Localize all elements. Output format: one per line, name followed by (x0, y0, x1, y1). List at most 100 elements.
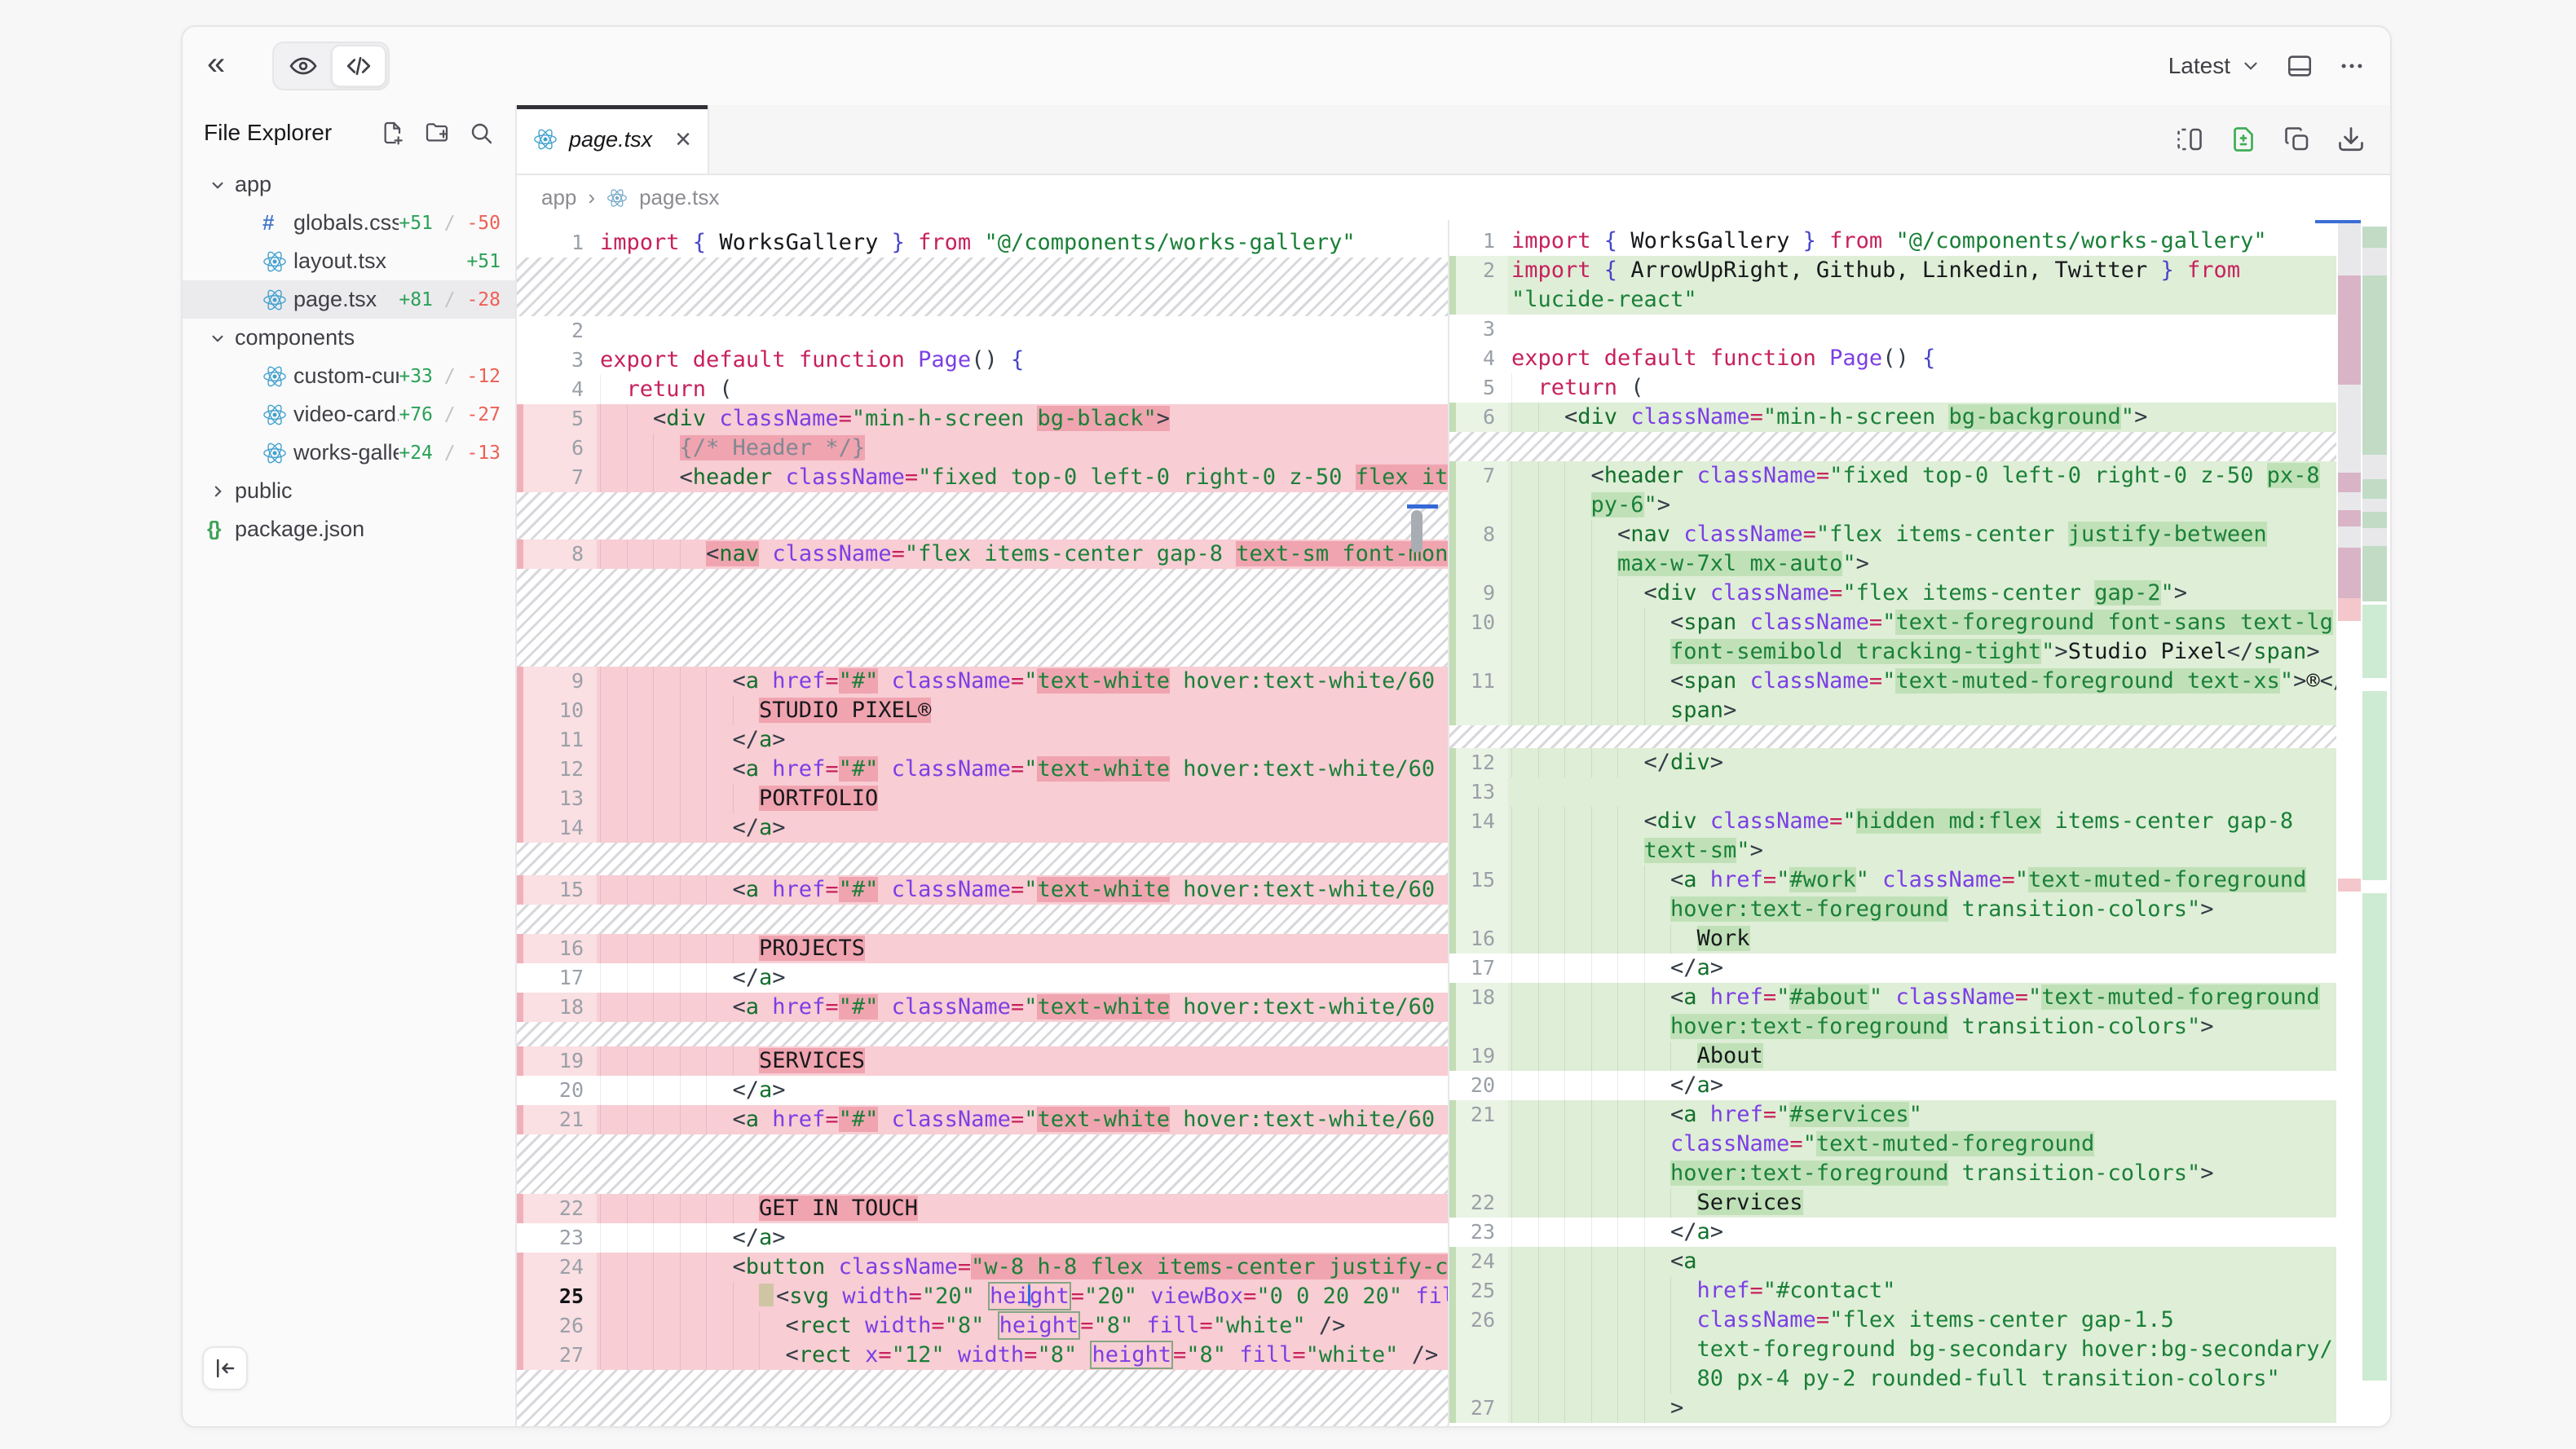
code-line[interactable]: 23</a> (1449, 1218, 2336, 1247)
code-line[interactable]: className="text-muted-foreground (1449, 1130, 2336, 1159)
code-line[interactable]: 16PROJECTS (517, 934, 1448, 963)
diff-pane-modified[interactable]: 1import { WorksGallery } from "@/compone… (1449, 220, 2390, 1426)
code-line[interactable]: 21<a href="#" className="text-white hove… (517, 1105, 1448, 1134)
code-line[interactable]: 4export default function Page() { (1449, 344, 2336, 373)
code-line[interactable]: 21<a href="#services" (1449, 1100, 2336, 1130)
code-line[interactable]: 4return ( (517, 375, 1448, 404)
code-line[interactable]: 24<button className="w-8 h-8 flex items-… (517, 1253, 1448, 1282)
tree-item-video-card.tsx[interactable]: video-card.tsx+76 / -27 (183, 395, 515, 434)
code-line[interactable]: hover:text-foreground transition-colors"… (1449, 1159, 2336, 1188)
code-line[interactable]: 22Services (1449, 1188, 2336, 1218)
code-line[interactable]: 14<div className="hidden md:flex items-c… (1449, 807, 2336, 836)
code-line[interactable]: 7<header className="fixed top-0 left-0 r… (517, 463, 1448, 492)
code-line[interactable]: 80 px-4 py-2 rounded-full transition-col… (1449, 1364, 2336, 1394)
code-line[interactable]: 11</a> (517, 725, 1448, 755)
code-line[interactable]: 26className="flex items-center gap-1.5 (1449, 1306, 2336, 1335)
code-line[interactable]: 12<a href="#" className="text-white hove… (517, 755, 1448, 784)
code-line[interactable]: 16Work (1449, 924, 2336, 954)
code-line[interactable]: 15<a href="#" className="text-white hove… (517, 875, 1448, 905)
download-button[interactable] (2336, 125, 2366, 154)
code-line[interactable]: text-sm"> (1449, 836, 2336, 865)
code-line[interactable]: 20</a> (517, 1076, 1448, 1105)
code-line[interactable]: 11<span className="text-muted-foreground… (1449, 667, 2336, 696)
diff-pane-original[interactable]: 1import { WorksGallery } from "@/compone… (517, 220, 1448, 1426)
code-line[interactable]: text-foreground bg-secondary hover:bg-se… (1449, 1335, 2336, 1364)
code-line[interactable]: 18<a href="#about" className="text-muted… (1449, 983, 2336, 1012)
code-line[interactable]: 10<span className="text-foreground font-… (1449, 608, 2336, 637)
version-dropdown[interactable]: Latest (2168, 53, 2261, 79)
code-line[interactable]: 9<div className="flex items-center gap-2… (1449, 579, 2336, 608)
code-line[interactable]: 26<rect width="8" height="8" fill="white… (517, 1311, 1448, 1341)
code-line[interactable]: 19SERVICES (517, 1046, 1448, 1076)
code-line[interactable]: 17</a> (517, 963, 1448, 993)
more-options-button[interactable] (2338, 52, 2366, 80)
code-line[interactable]: 6<div className="min-h-screen bg-backgro… (1449, 403, 2336, 432)
code-line[interactable]: 23</a> (517, 1223, 1448, 1253)
code-line[interactable]: 24<a (1449, 1247, 2336, 1276)
split-diff-view-button[interactable] (2175, 125, 2204, 154)
close-tab-icon[interactable]: × (675, 126, 691, 153)
code-line[interactable]: 18<a href="#" className="text-white hove… (517, 993, 1448, 1022)
react-icon (262, 441, 293, 465)
new-folder-button[interactable] (424, 120, 450, 146)
code-toggle-button[interactable] (331, 45, 386, 87)
code-line[interactable]: 25href="#contact" (1449, 1276, 2336, 1306)
code-line[interactable]: 3 (1449, 315, 2336, 344)
code-line[interactable]: 8<nav className="flex items-center gap-8… (517, 540, 1448, 569)
tree-item-custom-curs-[interactable]: custom-curs…+33 / -12 (183, 357, 515, 395)
breadcrumb-root[interactable]: app (541, 185, 576, 210)
tree-item-page.tsx[interactable]: page.tsx+81 / -28 (183, 280, 515, 319)
code-line[interactable]: 15<a href="#work" className="text-muted-… (1449, 865, 2336, 895)
line-number: 18 (1449, 983, 1508, 1012)
code-line[interactable]: hover:text-foreground transition-colors"… (1449, 1012, 2336, 1042)
tree-item-components[interactable]: components (183, 319, 515, 357)
code-line[interactable]: 22GET IN TOUCH (517, 1194, 1448, 1223)
code-line[interactable]: 2 (517, 316, 1448, 346)
tree-item-layout.tsx[interactable]: layout.tsx+51 (183, 242, 515, 280)
code-line[interactable]: 5<div className="min-h-screen bg-black"> (517, 404, 1448, 434)
collapse-sidebar-button[interactable]: « (207, 52, 225, 80)
code-line[interactable]: 8<nav className="flex items-center justi… (1449, 520, 2336, 549)
tree-item-public[interactable]: public (183, 472, 515, 510)
code-line[interactable]: 13PORTFOLIO (517, 784, 1448, 813)
code-line[interactable]: 6{/* Header */} (517, 434, 1448, 463)
search-icon[interactable] (468, 120, 494, 146)
code-line[interactable]: 1import { WorksGallery } from "@/compone… (517, 228, 1448, 258)
code-line[interactable]: 3export default function Page() { (517, 346, 1448, 375)
code-line[interactable]: 12</div> (1449, 748, 2336, 777)
code-line[interactable]: py-6"> (1449, 491, 2336, 520)
code-line[interactable]: hover:text-foreground transition-colors"… (1449, 895, 2336, 924)
panel-bottom-button[interactable] (2286, 52, 2314, 80)
code-line[interactable]: font-semibold tracking-tight">Studio Pix… (1449, 637, 2336, 667)
code-line[interactable]: 13 (1449, 777, 2336, 807)
copy-button[interactable] (2283, 125, 2312, 154)
tree-item-app[interactable]: app (183, 165, 515, 204)
code-line[interactable]: 2import { ArrowUpRight, Github, Linkedin… (1449, 256, 2336, 285)
tree-item-package.json[interactable]: {}package.json (183, 510, 515, 548)
code-line[interactable]: span> (1449, 696, 2336, 725)
code-line[interactable]: 9<a href="#" className="text-white hover… (517, 667, 1448, 696)
code-line[interactable]: 7<header className="fixed top-0 left-0 r… (1449, 461, 2336, 491)
code-line[interactable]: "lucide-react" (1449, 285, 2336, 315)
diff-minimap[interactable] (2336, 220, 2390, 1426)
collapse-panel-button[interactable] (202, 1346, 248, 1390)
vertical-scrollbar[interactable] (1411, 510, 1423, 553)
tree-item-works-galler-[interactable]: works-galler…+24 / -13 (183, 434, 515, 472)
preview-toggle-button[interactable] (276, 45, 331, 87)
code-line[interactable]: 17</a> (1449, 954, 2336, 983)
code-line[interactable]: 25<svg width="20" height="20" viewBox="0… (517, 1282, 1448, 1311)
code-line[interactable]: 27<rect x="12" width="8" height="8" fill… (517, 1341, 1448, 1370)
new-file-button[interactable] (380, 120, 406, 146)
code-line[interactable]: 10STUDIO PIXEL® (517, 696, 1448, 725)
version-label: Latest (2168, 53, 2230, 79)
tree-item-globals.css[interactable]: #globals.css+51 / -50 (183, 204, 515, 242)
code-line[interactable]: 1import { WorksGallery } from "@/compone… (1449, 227, 2336, 256)
code-line[interactable]: 20</a> (1449, 1071, 2336, 1100)
code-line[interactable]: 14</a> (517, 813, 1448, 843)
code-line[interactable]: 27> (1449, 1394, 2336, 1423)
code-line[interactable]: 5return ( (1449, 373, 2336, 403)
code-line[interactable]: max-w-7xl mx-auto"> (1449, 549, 2336, 579)
code-line[interactable]: 19About (1449, 1042, 2336, 1071)
file-diff-button[interactable] (2229, 125, 2258, 154)
tab-page-tsx[interactable]: page.tsx × (517, 105, 709, 174)
